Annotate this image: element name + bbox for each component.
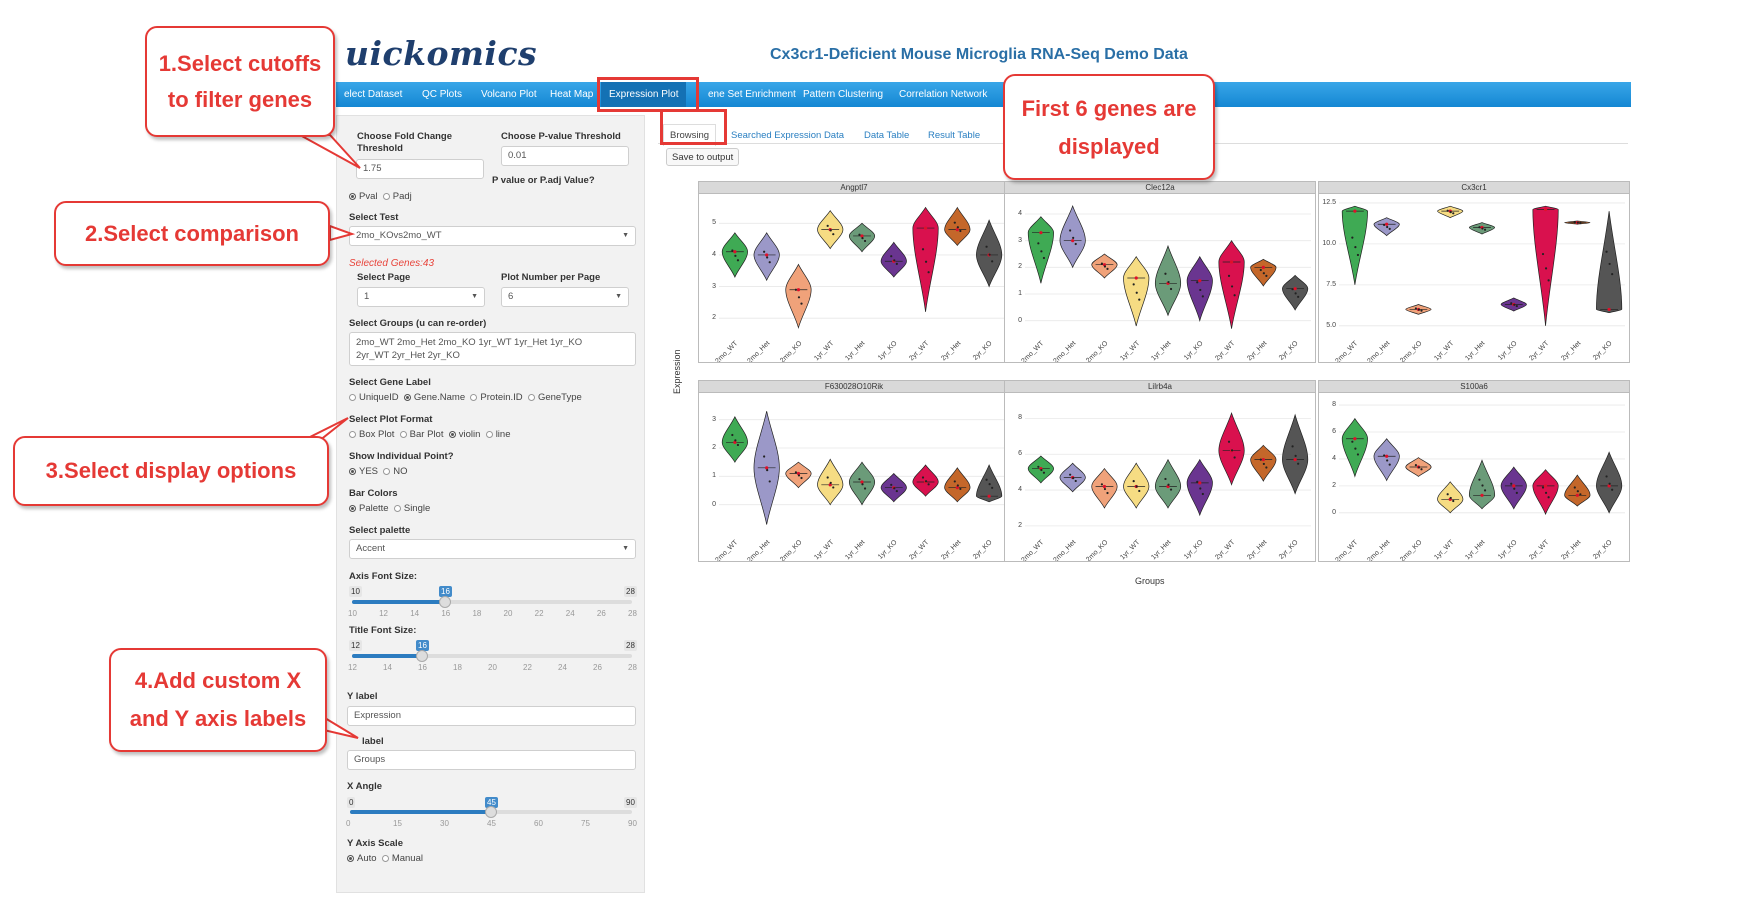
callout-select-comparison: 2.Select comparison [54, 201, 330, 266]
callout-line: and Y axis labels [129, 706, 307, 731]
callout-select-cutoffs: 1.Select cutoffs to filter genes [145, 26, 335, 137]
callout-axis-labels: 4.Add custom X and Y axis labels [109, 648, 327, 752]
callout-line: displayed [1058, 134, 1160, 159]
callout-line: 4.Add custom X [134, 668, 302, 693]
callout-1-pointer [299, 134, 361, 169]
callout-display-options: 3.Select display options [13, 436, 329, 506]
callout-first-six-genes: First 6 genes are displayed [1003, 74, 1215, 180]
callout-line: to filter genes [167, 87, 313, 112]
callout-line: 1.Select cutoffs [158, 51, 322, 76]
callout-2-pointer [329, 224, 356, 242]
callout-line: First 6 genes are [1021, 96, 1197, 121]
